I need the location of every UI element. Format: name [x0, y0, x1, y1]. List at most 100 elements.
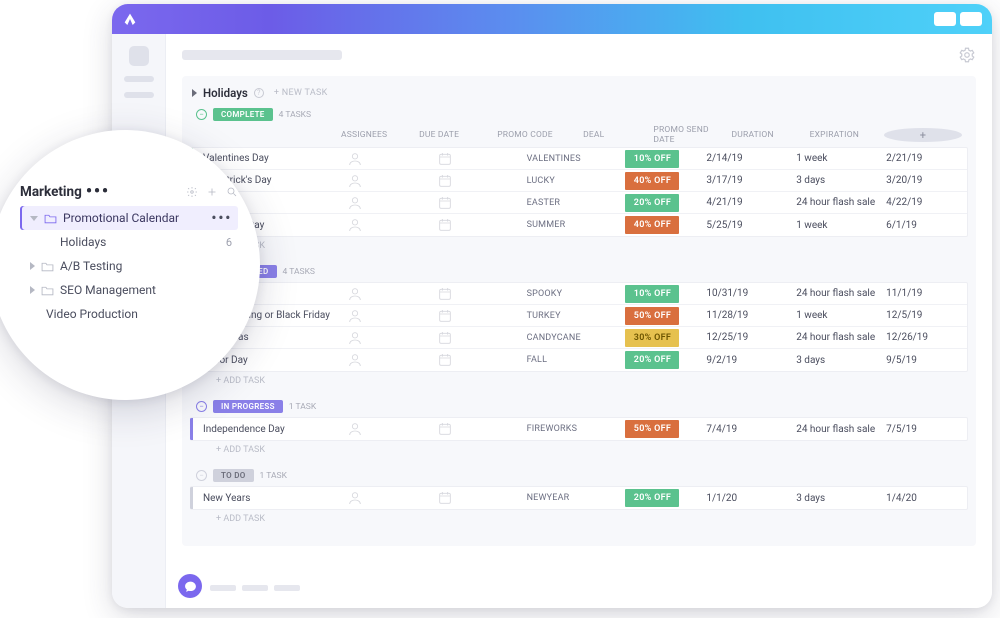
space-more-icon[interactable]: ••• [86, 189, 110, 194]
task-row[interactable]: Halloween SPOOKY 10% OFF 10/31/19 24 hou… [190, 283, 967, 305]
assignee-cell[interactable] [347, 286, 437, 302]
status-pill[interactable]: IN PROGRESS [213, 400, 283, 413]
due-date-cell[interactable] [437, 352, 527, 368]
send-date-cell[interactable]: 7/4/19 [706, 424, 796, 435]
sidebar-folder-item[interactable]: A/B Testing [20, 254, 238, 278]
assignee-cell[interactable] [347, 217, 437, 233]
duration-cell[interactable]: 3 days [796, 355, 886, 366]
due-date-cell[interactable] [437, 286, 527, 302]
duration-cell[interactable]: 1 week [796, 310, 886, 321]
send-date-cell[interactable]: 12/25/19 [706, 332, 796, 343]
task-row[interactable]: Independence Day FIREWORKS 50% OFF 7/4/1… [190, 418, 967, 440]
expiration-cell[interactable]: 1/4/20 [886, 493, 967, 504]
add-task-button[interactable]: + ADD TASK [190, 510, 968, 530]
task-row[interactable]: Thanksgiving or Black Friday TURKEY 50% … [190, 305, 967, 327]
assignee-cell[interactable] [347, 490, 437, 506]
send-date-cell[interactable]: 11/28/19 [706, 310, 796, 321]
window-control-2[interactable] [960, 12, 982, 26]
send-date-cell[interactable]: 4/21/19 [706, 197, 796, 208]
assignee-cell[interactable] [347, 151, 437, 167]
collapse-icon[interactable]: − [196, 109, 207, 120]
sidebar-folder-item[interactable]: Video Production [20, 302, 238, 326]
due-date-cell[interactable] [437, 308, 527, 324]
add-task-button[interactable]: + ADD TASK [190, 372, 968, 392]
due-date-cell[interactable] [437, 151, 527, 167]
deal-cell[interactable]: 20% OFF [625, 194, 706, 212]
deal-cell[interactable]: 10% OFF [625, 150, 706, 168]
due-date-cell[interactable] [437, 330, 527, 346]
task-row[interactable]: Labor Day FALL 20% OFF 9/2/19 3 days 9/5… [190, 349, 967, 371]
due-date-cell[interactable] [437, 490, 527, 506]
promo-code-cell[interactable]: EASTER [527, 198, 626, 208]
new-task-button[interactable]: + NEW TASK [274, 88, 328, 98]
assignee-cell[interactable] [347, 352, 437, 368]
send-date-cell[interactable]: 10/31/19 [706, 288, 796, 299]
promo-code-cell[interactable]: TURKEY [527, 311, 626, 321]
assignee-cell[interactable] [347, 421, 437, 437]
deal-cell[interactable]: 20% OFF [625, 351, 706, 369]
send-date-cell[interactable]: 1/1/20 [706, 493, 796, 504]
chat-icon[interactable] [178, 574, 202, 598]
send-date-cell[interactable]: 9/2/19 [706, 355, 796, 366]
deal-cell[interactable]: 20% OFF [625, 489, 706, 507]
expiration-cell[interactable]: 12/26/19 [886, 332, 967, 343]
assignee-cell[interactable] [347, 195, 437, 211]
deal-cell[interactable]: 40% OFF [625, 216, 706, 234]
promo-code-cell[interactable]: SPOOKY [527, 289, 626, 299]
caret-down-icon[interactable] [192, 89, 197, 97]
expiration-cell[interactable]: 7/5/19 [886, 424, 967, 435]
duration-cell[interactable]: 24 hour flash sale [796, 288, 886, 299]
sidebar-list-item[interactable]: Holidays6 [20, 230, 238, 254]
promo-code-cell[interactable]: FIREWORKS [527, 424, 626, 434]
promo-code-cell[interactable]: SUMMER [527, 220, 626, 230]
window-control-1[interactable] [934, 12, 956, 26]
status-pill[interactable]: COMPLETE [213, 108, 273, 121]
add-task-button[interactable]: + ADD TASK [190, 441, 968, 461]
duration-cell[interactable]: 3 days [796, 175, 886, 186]
task-row[interactable]: St Patrick's Day LUCKY 40% OFF 3/17/19 3… [190, 170, 967, 192]
expiration-cell[interactable]: 11/1/19 [886, 288, 967, 299]
duration-cell[interactable]: 1 week [796, 153, 886, 164]
status-pill[interactable]: TO DO [213, 469, 254, 482]
help-icon[interactable]: ? [254, 88, 264, 98]
task-row[interactable]: New Years NEWYEAR 20% OFF 1/1/20 3 days … [190, 487, 967, 509]
send-date-cell[interactable]: 2/14/19 [706, 153, 796, 164]
gear-icon[interactable] [186, 186, 198, 198]
plus-icon[interactable] [206, 186, 218, 198]
gear-icon[interactable] [958, 46, 976, 64]
duration-cell[interactable]: 1 week [796, 220, 886, 231]
due-date-cell[interactable] [437, 217, 527, 233]
collapse-icon[interactable]: − [196, 401, 207, 412]
task-row[interactable]: Christmas CANDYCANE 30% OFF 12/25/19 24 … [190, 327, 967, 349]
promo-code-cell[interactable]: VALENTINES [527, 154, 626, 164]
add-column-icon[interactable]: + [884, 128, 962, 142]
send-date-cell[interactable]: 5/25/19 [706, 220, 796, 231]
rail-avatar[interactable] [129, 46, 149, 66]
task-row[interactable]: Memorial Day SUMMER 40% OFF 5/25/19 1 we… [190, 214, 967, 236]
promo-code-cell[interactable]: FALL [527, 355, 626, 365]
deal-cell[interactable]: 10% OFF [625, 285, 706, 303]
task-row[interactable]: Valentines Day VALENTINES 10% OFF 2/14/1… [190, 148, 967, 170]
expiration-cell[interactable]: 6/1/19 [886, 220, 967, 231]
due-date-cell[interactable] [437, 173, 527, 189]
space-title[interactable]: Marketing [20, 184, 82, 200]
expiration-cell[interactable]: 3/20/19 [886, 175, 967, 186]
item-more-icon[interactable]: ••• [211, 216, 232, 221]
duration-cell[interactable]: 24 hour flash sale [796, 332, 886, 343]
collapse-icon[interactable]: − [196, 470, 207, 481]
assignee-cell[interactable] [347, 173, 437, 189]
assignee-cell[interactable] [347, 308, 437, 324]
promo-code-cell[interactable]: NEWYEAR [527, 493, 626, 503]
sidebar-folder-item[interactable]: Promotional Calendar••• [20, 206, 238, 230]
expiration-cell[interactable]: 12/5/19 [886, 310, 967, 321]
expiration-cell[interactable]: 9/5/19 [886, 355, 967, 366]
add-task-button[interactable]: + ADD TASK [190, 237, 968, 257]
promo-code-cell[interactable]: LUCKY [527, 176, 626, 186]
deal-cell[interactable]: 50% OFF [625, 420, 706, 438]
task-row[interactable]: Easter EASTER 20% OFF 4/21/19 24 hour fl… [190, 192, 967, 214]
expiration-cell[interactable]: 2/21/19 [886, 153, 967, 164]
due-date-cell[interactable] [437, 195, 527, 211]
send-date-cell[interactable]: 3/17/19 [706, 175, 796, 186]
duration-cell[interactable]: 24 hour flash sale [796, 424, 886, 435]
sidebar-folder-item[interactable]: SEO Management [20, 278, 238, 302]
